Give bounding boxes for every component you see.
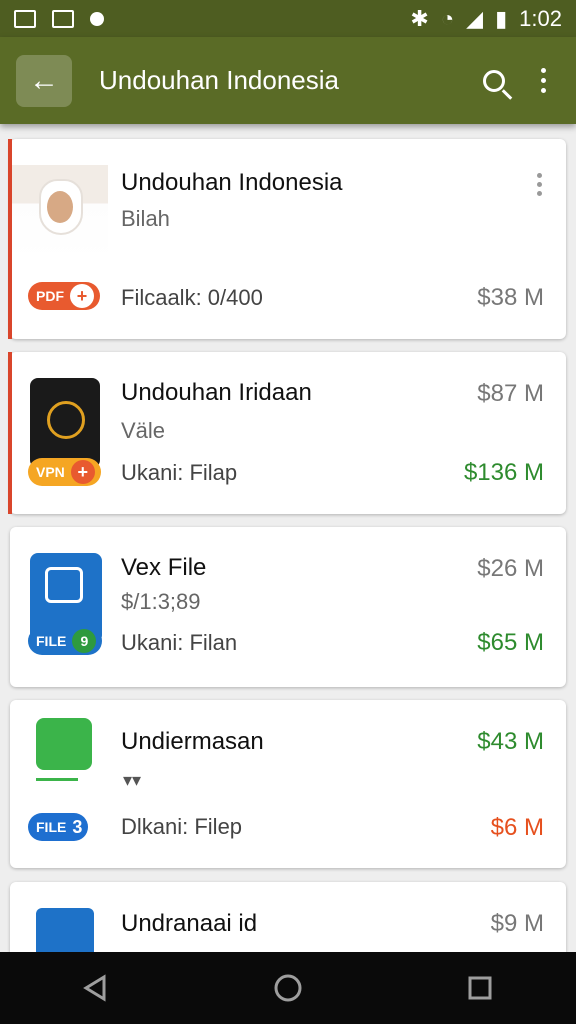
item-title: Undiermasan	[121, 728, 264, 755]
person-photo	[12, 165, 108, 261]
app-bar: ← Undouhan Indonesia	[0, 37, 576, 124]
chevron-icons: ▾▾	[123, 770, 142, 790]
item-subtitle: $/1:3;89	[121, 589, 201, 614]
system-nav-bar	[0, 952, 576, 1024]
item-detail: Filcaalk: 0/400	[121, 285, 263, 310]
item-title: Undouhan Indonesia	[121, 169, 343, 196]
list-item[interactable]: PDF + Undouhan Indonesia Bilah Filcaalk:…	[8, 139, 566, 339]
item-size-secondary: $65 M	[477, 629, 544, 656]
battery-icon: ▮	[495, 5, 508, 31]
item-detail: Ukani: Filap	[121, 460, 238, 485]
back-arrow-icon: ←	[29, 63, 59, 97]
clock: 1:02	[519, 5, 562, 31]
face-shape	[47, 191, 73, 223]
item-size: $87 M	[477, 380, 544, 407]
item-title: Vex File	[121, 554, 207, 581]
search-icon[interactable]	[483, 69, 505, 92]
list-item[interactable]: FILE 3 Undiermasan ▾▾ Dlkani: Filep $43 …	[10, 700, 566, 868]
item-size: $38 M	[477, 284, 544, 311]
bluetooth-icon: ✱	[410, 5, 429, 31]
badge-number: 9	[72, 629, 97, 653]
recents-square-icon[interactable]	[465, 973, 495, 1003]
back-button[interactable]: ←	[16, 54, 72, 107]
item-size-secondary: $6 M	[490, 814, 544, 841]
item-size-secondary: $136 M	[463, 459, 544, 486]
item-detail: Dlkani: Filep	[121, 814, 243, 839]
item-detail: Ukani: Filan	[121, 630, 238, 655]
item-size: $26 M	[477, 555, 544, 582]
file-badge: FILE 3	[28, 813, 89, 841]
file-badge: FILE 9	[28, 627, 103, 655]
plus-icon: +	[70, 460, 95, 484]
status-bar: ✱ ◔ ◢ ▮ 1:02	[0, 0, 576, 37]
item-menu-icon[interactable]	[537, 173, 542, 196]
item-size: $43 M	[477, 728, 544, 755]
record-icon	[90, 11, 104, 26]
wifi-icon: ◔	[440, 5, 455, 31]
more-vert-icon[interactable]	[541, 68, 546, 93]
item-subtitle: Väle	[121, 418, 166, 443]
pdf-badge: PDF +	[28, 282, 100, 310]
list-item[interactable]: Undranaai id $9 M	[10, 882, 566, 962]
list-item[interactable]: VPN + Undouhan Iridaan Väle Ukani: Filap…	[8, 352, 566, 514]
item-size: $9 M	[490, 910, 544, 937]
vpn-badge: VPN +	[28, 458, 101, 486]
item-subtitle: Bilah	[121, 206, 170, 231]
back-triangle-icon[interactable]	[81, 973, 111, 1003]
item-title: Undranaai id	[121, 910, 258, 937]
compass-app-icon	[30, 378, 100, 468]
chart-icon	[52, 9, 74, 28]
folder-app-icon	[36, 718, 92, 770]
page-title: Undouhan Indonesia	[99, 65, 339, 95]
signal-icon: ◢	[466, 5, 484, 31]
badge-number: 3	[72, 816, 83, 837]
image-icon	[14, 9, 36, 28]
list-item[interactable]: FILE 9 Vex File $/1:3;89 Ukani: Filan $2…	[10, 527, 566, 687]
plus-icon: +	[70, 284, 94, 308]
home-circle-icon[interactable]	[273, 973, 303, 1003]
accent-bar	[8, 352, 12, 514]
item-title: Undouhan Iridaan	[121, 379, 312, 406]
